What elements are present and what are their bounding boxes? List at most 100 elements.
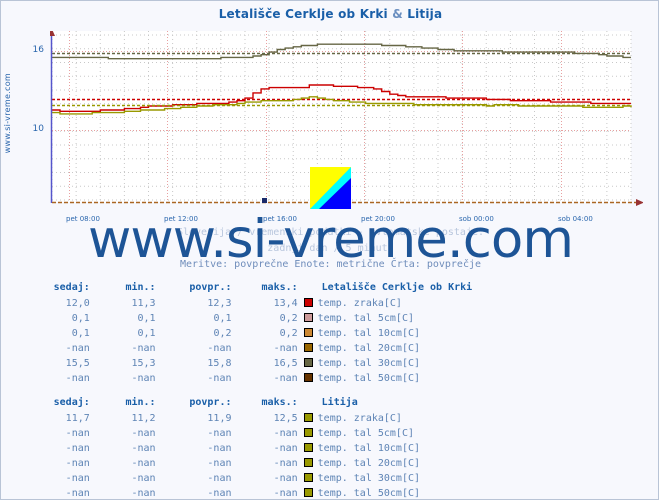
x-axis-tick-0: pet 08:00 — [66, 215, 100, 223]
measurement-meta-line: Meritve: povprečne Enote: metrične Črta:… — [179, 259, 482, 270]
series-label: temp. tal 30cm[C] — [317, 358, 421, 369]
table-header-row: sedaj: min.: povpr.: maks.: Litija — [1, 397, 658, 411]
column-header-0: sedaj: — [53, 397, 90, 408]
cell-min: -nan — [131, 428, 156, 439]
column-header-2: povpr.: — [189, 397, 232, 408]
cell-min: 11,3 — [131, 298, 156, 309]
table-row: -nan -nan -nan -nan temp. tal 20cm[C] — [1, 341, 658, 356]
legend-color-swatch-icon — [303, 313, 313, 322]
series-legend-entry: temp. zraka[C] — [298, 411, 658, 426]
cell-povpr: -nan — [207, 343, 232, 354]
table-row: -nan -nan -nan -nan temp. tal 20cm[C] — [1, 456, 658, 471]
cell-min: -nan — [131, 443, 156, 454]
cell-sedaj: -nan — [65, 343, 90, 354]
table-row: -nan -nan -nan -nan temp. tal 50cm[C] — [1, 371, 658, 386]
cell-maks: -nan — [273, 458, 298, 469]
cell-povpr: 12,3 — [207, 298, 232, 309]
cell-sedaj: -nan — [65, 373, 90, 384]
series-legend-entry: temp. tal 50cm[C] — [298, 371, 658, 386]
cell-sedaj: -nan — [65, 473, 90, 484]
table-row: -nan -nan -nan -nan temp. tal 5cm[C] — [1, 426, 658, 441]
legend-color-swatch-icon — [303, 413, 313, 422]
cell-sedaj: 0,1 — [71, 328, 90, 339]
column-header-1: min.: — [125, 282, 156, 293]
page-title-station-2: Litija — [407, 7, 443, 21]
cell-maks: 13,4 — [273, 298, 298, 309]
x-axis-tick-3: pet 20:00 — [361, 215, 395, 223]
table-row: 12,0 11,3 12,3 13,4 temp. zraka[C] — [1, 296, 658, 311]
series-label: temp. tal 20cm[C] — [317, 343, 421, 354]
series-label: temp. tal 10cm[C] — [317, 328, 421, 339]
series-legend-entry: temp. zraka[C] — [298, 296, 658, 311]
series-legend-entry: temp. tal 5cm[C] — [298, 426, 658, 441]
series-legend-entry: temp. tal 30cm[C] — [298, 471, 658, 486]
si-vreme-chart-page: Letališče Cerklje ob Krki & Litija www.s… — [0, 0, 659, 500]
cell-sedaj: -nan — [65, 488, 90, 499]
legend-color-swatch-icon — [303, 473, 313, 482]
cell-povpr: -nan — [207, 458, 232, 469]
cell-min: -nan — [131, 458, 156, 469]
station-name-header: Litija — [321, 397, 358, 408]
cell-min: 0,1 — [137, 313, 156, 324]
legend-color-swatch-icon — [303, 343, 313, 352]
series-legend-entry: temp. tal 20cm[C] — [298, 341, 658, 356]
legend-color-swatch-icon — [303, 373, 313, 382]
subtitle-line-2: zadnji dan / 5 minut. — [267, 243, 394, 254]
column-header-2: povpr.: — [189, 282, 232, 293]
stats-table-litija: sedaj: min.: povpr.: maks.: Litija 11,7 11,2 11… — [1, 397, 658, 499]
cell-maks: -nan — [273, 343, 298, 354]
cell-sedaj: 12,0 — [65, 298, 90, 309]
x-axis-tick-1: pet 12:00 — [164, 215, 198, 223]
cell-min: -nan — [131, 473, 156, 484]
table-header-row: sedaj: min.: povpr.: maks.: Letališče Cerklj… — [1, 282, 658, 296]
column-header-3: maks.: — [261, 282, 298, 293]
table-row: -nan -nan -nan -nan temp. tal 10cm[C] — [1, 441, 658, 456]
cell-min: -nan — [131, 343, 156, 354]
page-title-station-1: Letališče Cerklje ob Krki — [218, 7, 388, 21]
cell-min: 0,1 — [137, 328, 156, 339]
cell-povpr: 15,8 — [207, 358, 232, 369]
legend-color-swatch-icon — [303, 328, 313, 337]
x-axis-tick-4: sob 00:00 — [459, 215, 494, 223]
series-label: temp. tal 30cm[C] — [317, 473, 421, 484]
cell-sedaj: -nan — [65, 428, 90, 439]
cell-povpr: -nan — [207, 443, 232, 454]
cell-sedaj: -nan — [65, 443, 90, 454]
series-label: temp. zraka[C] — [317, 298, 402, 309]
column-header-0: sedaj: — [53, 282, 90, 293]
series-legend-entry: temp. tal 50cm[C] — [298, 486, 658, 499]
cell-min: 11,2 — [131, 413, 156, 424]
cell-maks: -nan — [273, 488, 298, 499]
y-axis-tick-16: 16 — [32, 44, 44, 55]
cell-min: 15,3 — [131, 358, 156, 369]
table-row: 0,1 0,1 0,1 0,2 temp. tal 5cm[C] — [1, 311, 658, 326]
table-row: 15,5 15,3 15,8 16,5 temp. tal 30cm[C] — [1, 356, 658, 371]
cell-min: -nan — [131, 373, 156, 384]
series-label: temp. tal 50cm[C] — [317, 373, 421, 384]
cell-povpr: -nan — [207, 488, 232, 499]
cell-maks: -nan — [273, 443, 298, 454]
legend-color-swatch-icon — [303, 458, 313, 467]
series-label: temp. tal 5cm[C] — [317, 428, 414, 439]
series-label: temp. tal 50cm[C] — [317, 488, 421, 499]
series-legend-entry: temp. tal 20cm[C] — [298, 456, 658, 471]
si-vreme-flag-logo — [310, 167, 351, 209]
legend-color-swatch-icon — [303, 358, 313, 367]
series-legend-entry: temp. tal 30cm[C] — [298, 356, 658, 371]
column-header-1: min.: — [125, 397, 156, 408]
series-legend-entry: temp. tal 10cm[C] — [298, 441, 658, 456]
stats-table-cerklje: sedaj: min.: povpr.: maks.: Letališče Cerklj… — [1, 282, 658, 386]
legend-color-swatch-icon — [303, 298, 313, 307]
series-label: temp. zraka[C] — [317, 413, 402, 424]
table-row: 0,1 0,1 0,2 0,2 temp. tal 10cm[C] — [1, 326, 658, 341]
subtitle-line-1: Slovenija / vremenski podatki - avtomats… — [176, 227, 485, 238]
series-legend-entry: temp. tal 5cm[C] — [298, 311, 658, 326]
series-label: temp. tal 5cm[C] — [317, 313, 414, 324]
x-axis-tick-2: pet 16:00 — [263, 215, 297, 223]
x-axis-tick-5: sob 04:00 — [558, 215, 593, 223]
legend-color-swatch-icon — [303, 488, 313, 497]
cell-maks: -nan — [273, 428, 298, 439]
table-row: -nan -nan -nan -nan temp. tal 30cm[C] — [1, 471, 658, 486]
cell-maks: -nan — [273, 473, 298, 484]
cell-sedaj: -nan — [65, 458, 90, 469]
